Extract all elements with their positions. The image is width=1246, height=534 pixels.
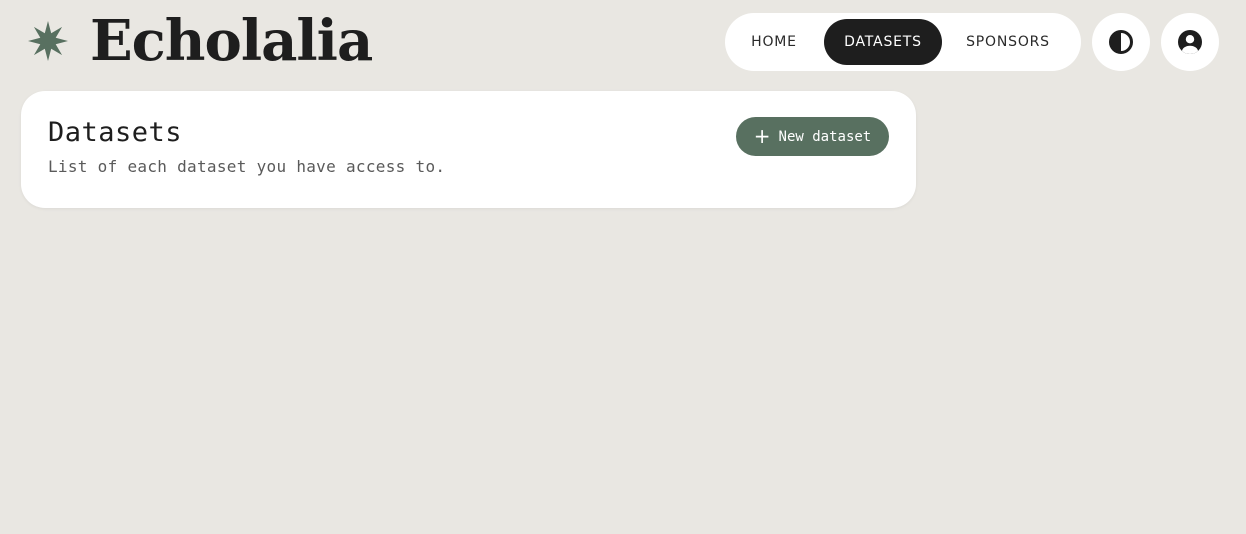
user-circle-icon — [1178, 30, 1202, 54]
new-dataset-label: New dataset — [778, 128, 872, 145]
brand[interactable]: Echolalia — [26, 6, 373, 76]
contrast-icon — [1109, 30, 1133, 54]
tab-datasets[interactable]: DATASETS — [824, 19, 942, 65]
app-name: Echolalia — [90, 8, 373, 74]
new-dataset-button[interactable]: + New dataset — [736, 117, 889, 156]
theme-toggle-button[interactable] — [1092, 13, 1150, 71]
tab-sponsors[interactable]: SPONSORS — [948, 19, 1068, 65]
datasets-card: Datasets List of each dataset you have a… — [21, 91, 916, 208]
main-nav: HOME DATASETS SPONSORS — [725, 13, 1081, 71]
plus-icon: + — [753, 123, 771, 148]
tab-home[interactable]: HOME — [736, 19, 812, 65]
page-title: Datasets — [48, 117, 183, 148]
account-button[interactable] — [1161, 13, 1219, 71]
page-subtitle: List of each dataset you have access to. — [48, 157, 446, 176]
eight-point-star-icon — [28, 21, 68, 61]
